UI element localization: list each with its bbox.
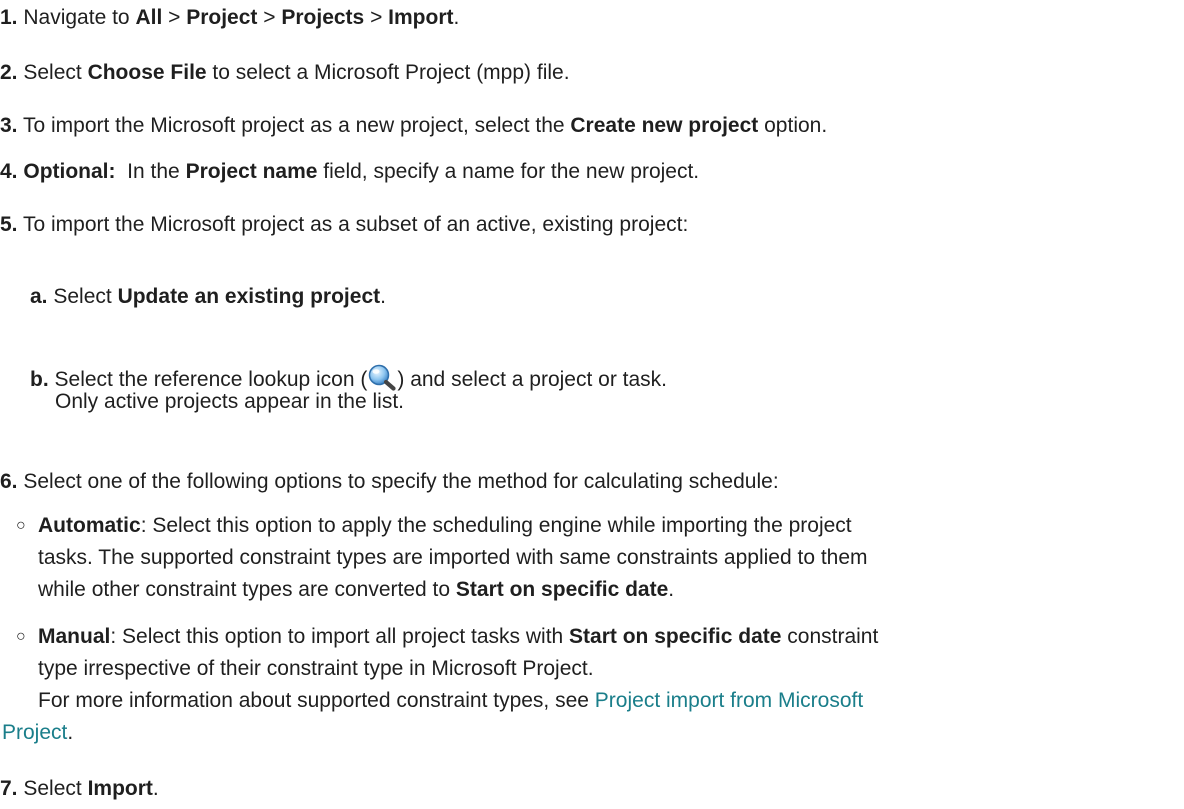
menu-all: All — [135, 6, 163, 29]
step-text: To import the Microsoft project as a sub… — [22, 213, 689, 236]
step-6: 6. Select one of the following options t… — [0, 469, 1184, 495]
menu-projects: Projects — [281, 6, 365, 29]
automatic-label: Automatic — [38, 514, 141, 537]
step-text: to select a Microsoft Project (mpp) file… — [206, 61, 570, 84]
update-existing-project-label: Update an existing project — [117, 285, 381, 308]
optional-label: Optional: — [23, 160, 116, 183]
step-number: 3. — [0, 114, 18, 137]
step-text: Select — [53, 285, 118, 308]
step-text: Navigate to — [23, 6, 136, 29]
project-import-link-continued[interactable]: Project — [2, 721, 67, 744]
step-text: option. — [758, 114, 828, 137]
punct: . — [380, 285, 386, 308]
step-5a: a. Select Update an existing project. — [30, 284, 1184, 310]
text: while other constraint types are convert… — [38, 578, 456, 601]
create-new-project-label: Create new project — [570, 114, 759, 137]
step-7: 7. Select Import. — [0, 776, 1184, 802]
step-4: 4. Optional: In the Project name field, … — [0, 159, 1184, 185]
step-number: 4. — [0, 160, 18, 183]
step-text: In the — [115, 160, 186, 183]
text: For more information about supported con… — [38, 689, 595, 712]
option-text: Manual: Select this option to import all… — [38, 621, 1178, 685]
punct: . — [668, 578, 675, 601]
step-number: 6. — [0, 470, 18, 493]
step-text: Select — [23, 61, 88, 84]
step-text: Select the reference lookup icon ( — [54, 368, 368, 391]
text: : Select this option to import all proje… — [110, 625, 570, 648]
step-number: 1. — [0, 6, 18, 29]
project-import-link[interactable]: Project import from Microsoft — [595, 689, 863, 712]
text: : Select this option to apply the schedu… — [140, 514, 852, 537]
substep-letter: a. — [30, 285, 48, 308]
text: tasks. The supported constraint types ar… — [38, 546, 868, 569]
menu-import: Import — [388, 6, 454, 29]
step-number: 5. — [0, 213, 18, 236]
manual-label: Manual — [38, 625, 111, 648]
punct: . — [152, 777, 159, 800]
step-5b-line2: Only active projects appear in the list. — [55, 390, 405, 413]
step-number: 2. — [0, 61, 18, 84]
separator: > — [257, 6, 282, 29]
start-on-specific-date-label: Start on specific date — [569, 625, 782, 648]
step-number: 7. — [0, 777, 18, 800]
step-text: ) and select a project or task. — [397, 368, 668, 391]
step-text: Select one of the following options to s… — [23, 470, 779, 493]
step-2: 2. Select Choose File to select a Micros… — [0, 60, 1184, 86]
magnifier-icon — [367, 363, 397, 391]
step-3: 3. To import the Microsoft project as a … — [0, 113, 1184, 139]
import-label: Import — [87, 777, 153, 800]
step-text: To import the Microsoft project as a new… — [22, 114, 571, 137]
substep-letter: b. — [30, 368, 49, 391]
option-text: Automatic: Select this option to apply t… — [38, 510, 1178, 606]
step-text: field, specify a name for the new projec… — [317, 160, 700, 183]
text: type irrespective of their constraint ty… — [38, 657, 594, 680]
project-name-label: Project name — [185, 160, 318, 183]
step-1: 1. Navigate to All > Project > Projects … — [0, 5, 1184, 31]
separator: > — [364, 6, 389, 29]
text: constraint — [781, 625, 879, 648]
choose-file-label: Choose File — [87, 61, 207, 84]
circle-bullet-icon: ○ — [16, 517, 26, 534]
punct: . — [67, 721, 74, 744]
step-text: Select — [23, 777, 88, 800]
separator: > — [162, 6, 187, 29]
punct: . — [453, 6, 460, 29]
start-on-specific-date-label: Start on specific date — [455, 578, 669, 601]
circle-bullet-icon: ○ — [16, 628, 26, 645]
menu-project: Project — [186, 6, 258, 29]
step-5: 5. To import the Microsoft project as a … — [0, 212, 1184, 238]
